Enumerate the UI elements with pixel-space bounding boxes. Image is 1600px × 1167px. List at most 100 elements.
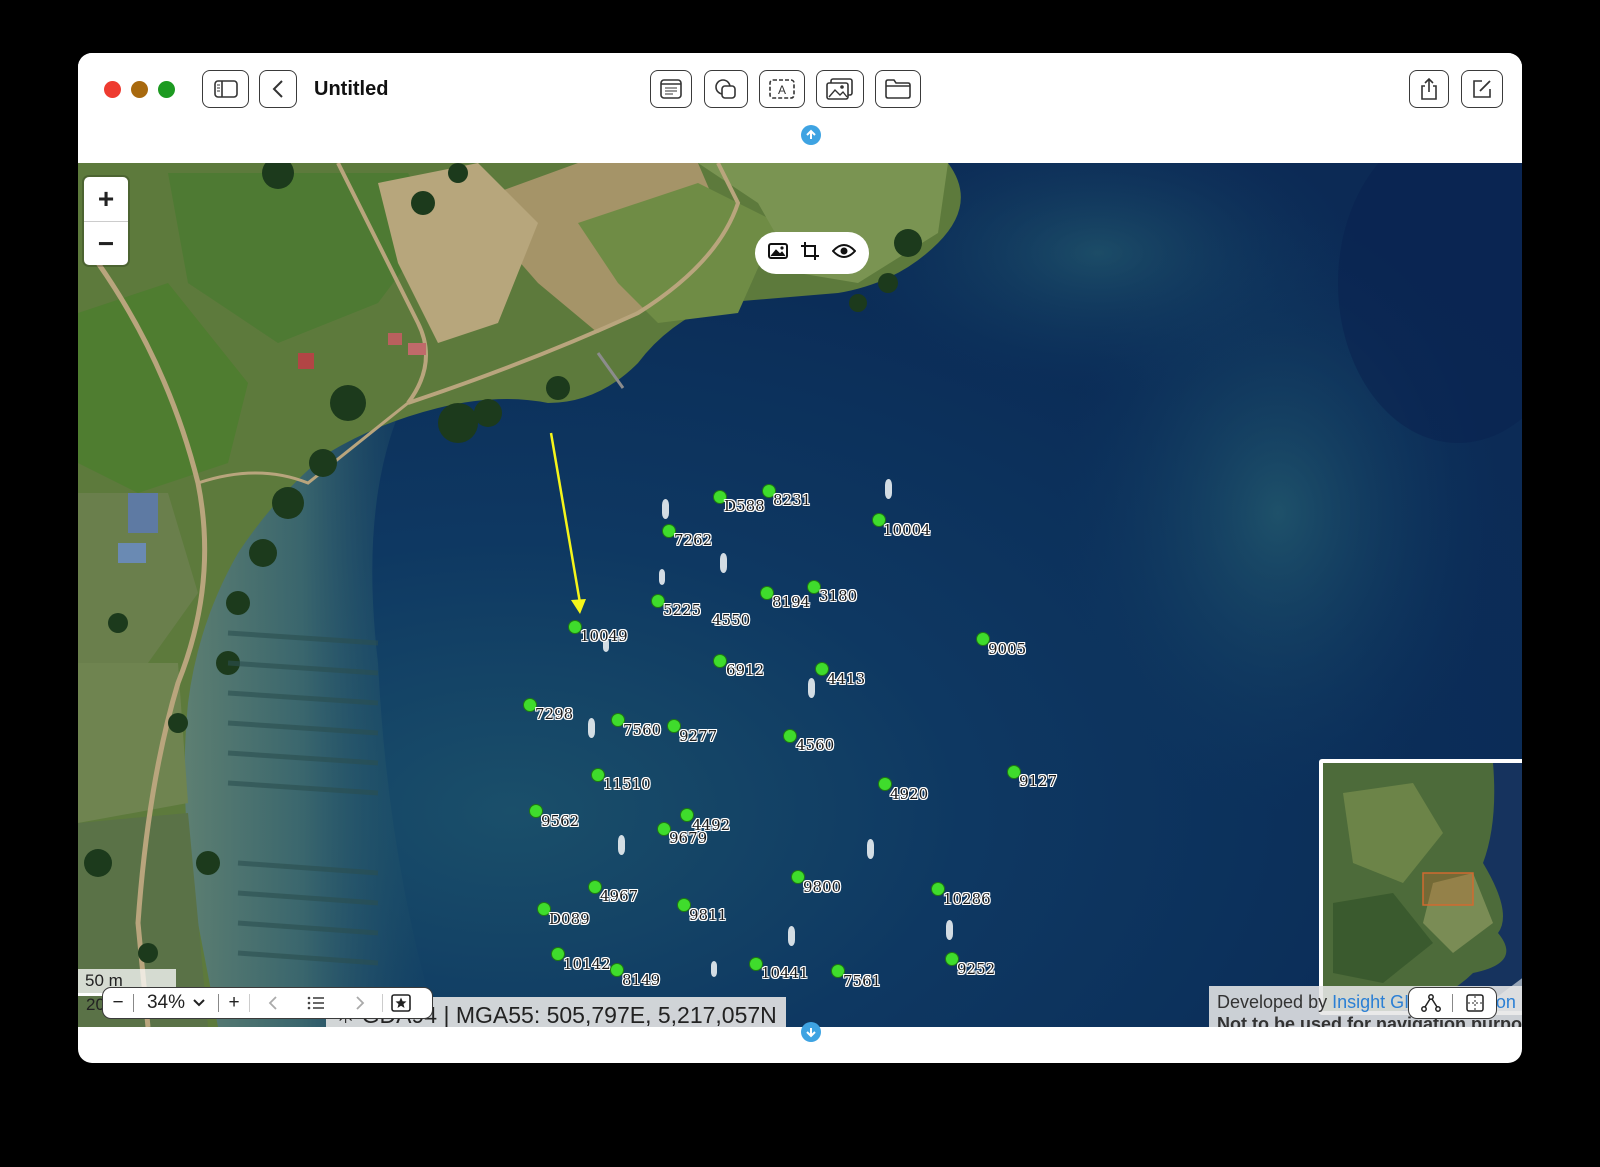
back-button[interactable] [259,70,297,108]
shapes-button[interactable] [704,70,748,108]
map-view[interactable]: D588 8231 10004 7262 8194 3180 5225 4550… [78,163,1522,1027]
compose-button[interactable] [1461,70,1503,108]
replace-image-button[interactable] [768,242,788,264]
close-window-button[interactable] [104,81,121,98]
boat [885,479,892,499]
mooring-label: 9005 [988,640,1027,658]
mooring-label: 10142 [563,955,611,973]
scroll-up-handle[interactable] [801,125,821,145]
media-icon [826,78,853,100]
zoom-window-button[interactable] [158,81,175,98]
attribution-prefix: Developed by [1217,992,1333,1012]
bookmark-button[interactable] [383,988,419,1018]
text-frame-icon: A [769,79,795,99]
mooring-label: 4920 [890,785,929,803]
mooring-label: 10286 [943,890,991,908]
boat [659,569,665,585]
app-window: Untitled A D588 8231 10004 7262 8194 318… [78,53,1522,1063]
previous-page-button[interactable] [250,988,294,1018]
boat [867,839,874,859]
scroll-down-handle[interactable] [801,1022,821,1042]
share-icon [1421,77,1437,100]
compose-icon [1473,80,1491,98]
mooring-label: 5225 [663,601,702,619]
minimize-window-button[interactable] [131,81,148,98]
folder-button[interactable] [875,70,921,108]
mooring-label: 4967 [600,887,639,905]
mooring-label: D588 [724,497,765,515]
list-icon [307,996,324,1010]
mooring-marker[interactable] [713,654,727,668]
minimap-imagery [1323,763,1522,1011]
mooring-label: 9811 [689,906,728,924]
title-bar: Untitled A [78,53,1522,163]
chevron-right-icon [355,996,364,1010]
arrow-down-icon [806,1028,816,1038]
star-box-icon [391,994,411,1012]
arrow-up-icon [806,129,816,139]
coordinate-value: MGA55: 505,797E, 5,217,057N [455,1002,777,1027]
dotted-grid-icon [1465,994,1484,1012]
vector-path-icon [1420,994,1441,1012]
mooring-label: 7298 [535,705,574,723]
mooring-label: 10004 [883,521,931,539]
share-button[interactable] [1409,70,1449,108]
boat [588,718,595,738]
eye-icon [831,243,857,258]
mooring-label: D089 [549,910,590,928]
media-button[interactable] [816,70,864,108]
boat [662,499,669,519]
mooring-label: 9252 [957,960,996,978]
mooring-label: 7560 [623,721,662,739]
zoom-level-select[interactable]: 34% [134,988,218,1018]
image-icon [768,242,788,259]
mooring-label: 9679 [669,829,708,847]
mooring-marker[interactable] [783,729,797,743]
image-tools-popover [755,232,869,274]
zoom-level-value: 34% [146,992,186,1013]
map-zoom-in-button[interactable]: + [84,177,128,222]
map-zoom-out-button[interactable]: − [84,222,128,266]
boat [788,926,795,946]
sidebar-toggle-button[interactable] [202,70,249,108]
document-title: Untitled [314,78,389,100]
text-box-icon [660,79,682,99]
page-zoom-bar: − 34% + [102,987,433,1019]
chevron-left-icon [268,996,277,1010]
mooring-label: 8149 [622,971,661,989]
mooring-label: 3180 [819,587,858,605]
mooring-label: 11510 [603,775,651,793]
zoom-in-button[interactable]: + [219,988,249,1018]
sidebar-icon [213,80,238,98]
boat [711,961,717,977]
preview-button[interactable] [831,243,857,264]
mooring-label: 9800 [803,878,842,896]
page-list-button[interactable] [294,988,338,1018]
zoom-out-button[interactable]: − [103,988,133,1018]
mooring-label: 10441 [761,964,809,982]
chevron-down-icon [193,999,205,1007]
canvas-tools-bar [1408,987,1497,1019]
mooring-label: 7561 [843,972,882,990]
text-box-button[interactable] [650,70,692,108]
boat [946,920,953,940]
path-tool-button[interactable] [1409,988,1452,1018]
mooring-label: 4413 [827,670,866,688]
mooring-label: 7262 [674,531,713,549]
overview-minimap[interactable] [1319,759,1522,1015]
boat [808,678,815,698]
boat [720,553,727,573]
grid-tool-button[interactable] [1453,988,1496,1018]
folder-icon [885,79,911,99]
next-page-button[interactable] [338,988,382,1018]
back-icon [272,80,283,98]
text-frame-button[interactable]: A [759,70,805,108]
boat [618,835,625,855]
crop-button[interactable] [801,241,819,265]
mooring-label: 8194 [772,593,811,611]
mooring-label: 9127 [1019,772,1058,790]
mooring-label: 9277 [679,727,718,745]
mooring-label: 6912 [726,661,765,679]
map-zoom-control: + − [84,177,128,265]
crop-icon [801,241,819,260]
